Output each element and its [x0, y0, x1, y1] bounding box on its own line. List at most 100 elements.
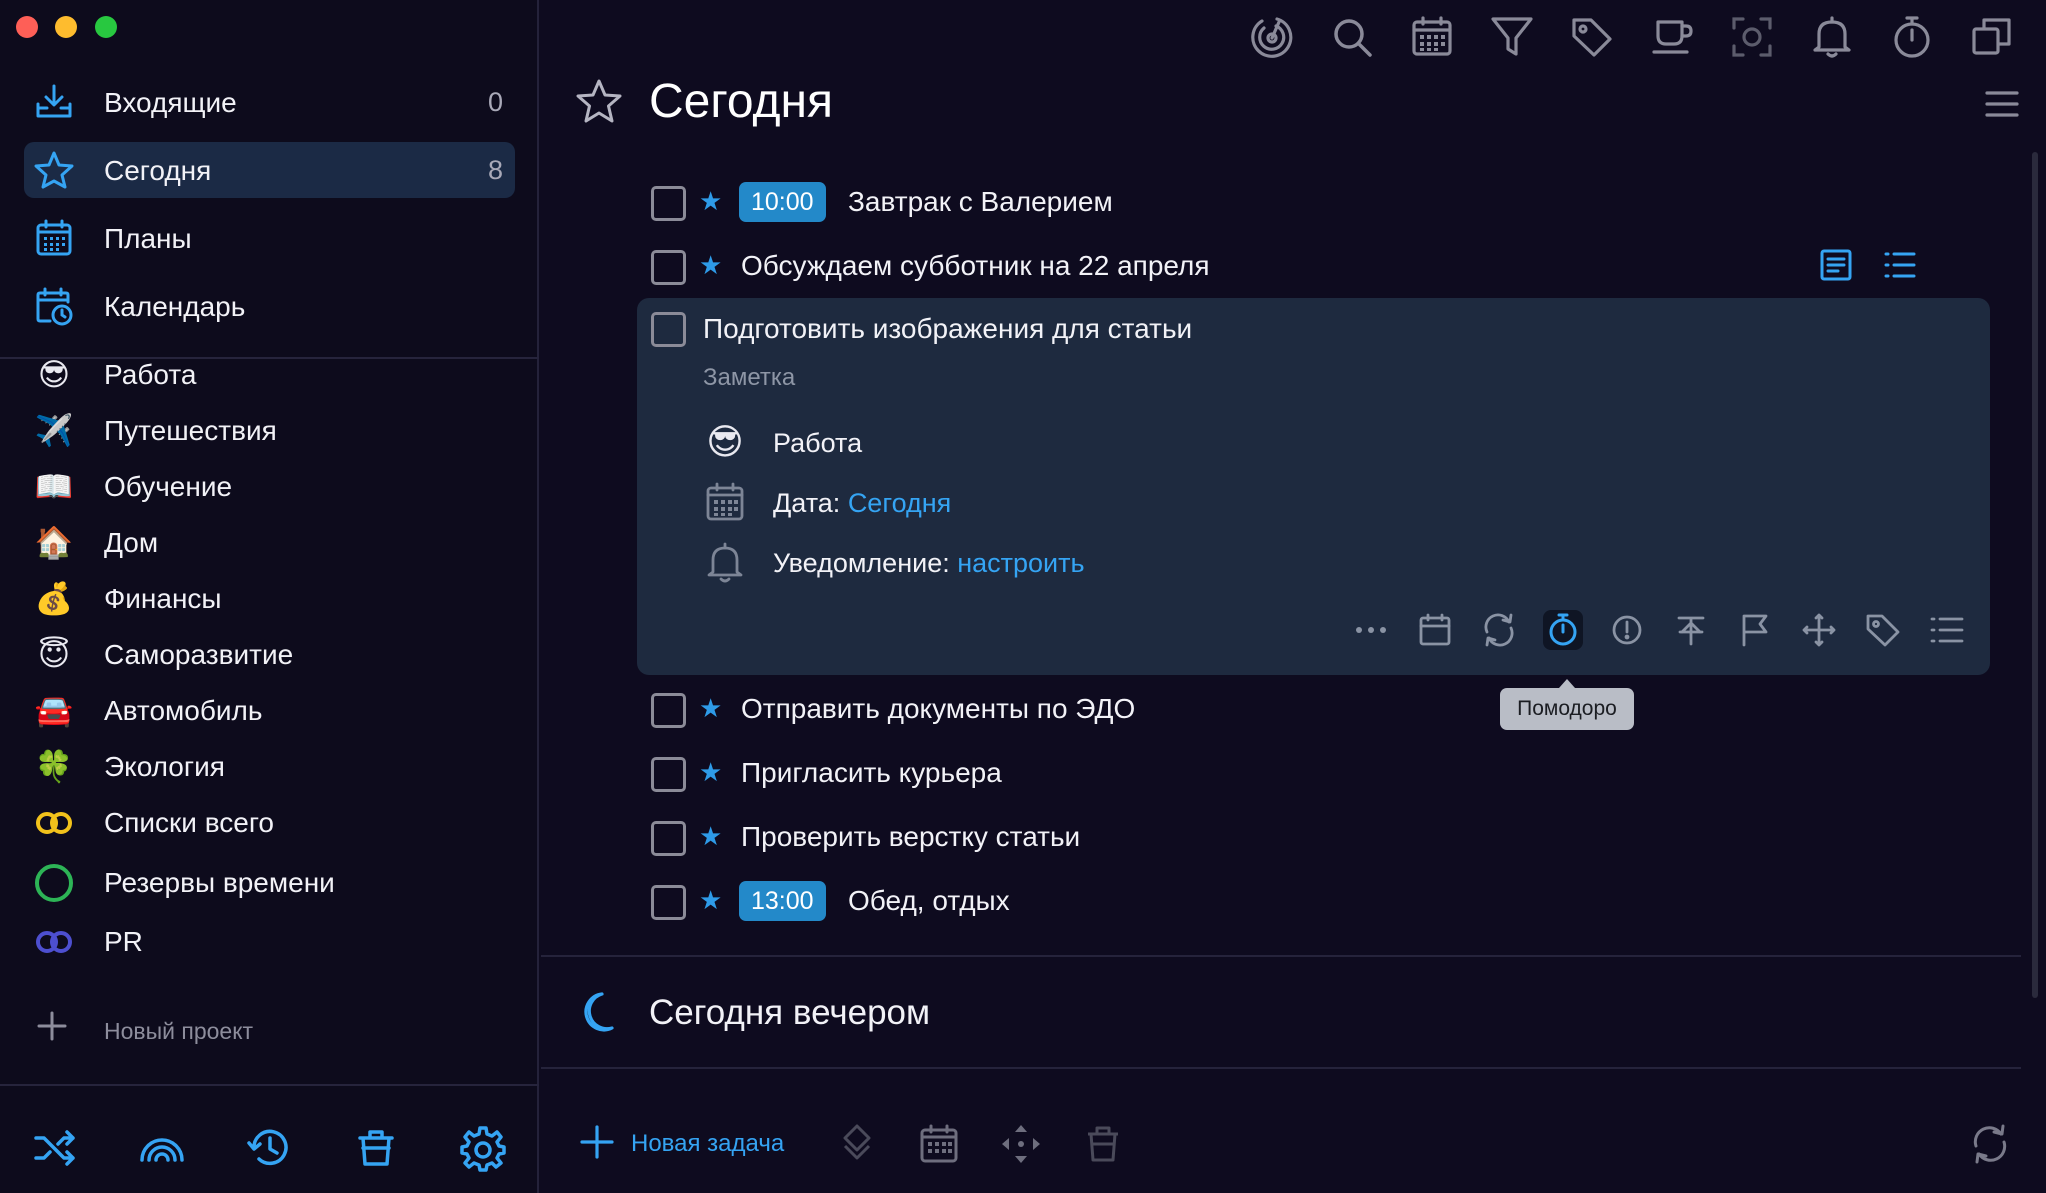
project-item-travel[interactable]: ✈️ Путешествия — [24, 405, 515, 455]
bell-icon — [703, 540, 747, 584]
project-item-learning[interactable]: 📖 Обучение — [24, 461, 515, 511]
calendar-icon[interactable] — [1409, 14, 1455, 60]
close-window-button[interactable] — [16, 16, 38, 38]
star-icon: ★ — [699, 821, 723, 851]
sidebar-item-label: Входящие — [104, 87, 237, 118]
menu-icon[interactable] — [1982, 84, 2022, 124]
plus-icon — [579, 1124, 615, 1160]
main-panel: Сегодня ★ 10:00 Завтрак с Валерием ★ Обс… — [541, 0, 2046, 1193]
stopwatch-icon[interactable] — [1889, 14, 1935, 60]
task-checkbox[interactable] — [651, 757, 686, 792]
note-field[interactable]: Заметка — [703, 364, 795, 392]
shuffle-icon[interactable] — [31, 1124, 79, 1172]
pomodoro-icon[interactable] — [1543, 610, 1583, 650]
settings-icon[interactable] — [459, 1124, 507, 1172]
more-icon[interactable] — [1351, 610, 1391, 650]
repeat-icon[interactable] — [1479, 610, 1519, 650]
project-item-self-development[interactable]: 😇 Саморазвитие — [24, 629, 515, 679]
zoom-window-button[interactable] — [95, 16, 117, 38]
task-checkbox[interactable] — [651, 250, 686, 285]
windows-icon[interactable] — [1969, 14, 2015, 60]
move-icon[interactable] — [1799, 610, 1839, 650]
search-icon[interactable] — [1329, 14, 1375, 60]
priority-sort-icon[interactable] — [835, 1122, 879, 1166]
count-badge: 0 — [487, 87, 503, 117]
task-row[interactable]: ★ Пригласить курьера — [647, 745, 1947, 797]
bottom-bar-divider — [541, 1067, 2021, 1069]
project-item-time-reserves[interactable]: Резервы времени — [24, 857, 515, 907]
task-checkbox[interactable] — [651, 885, 686, 920]
reminder-link[interactable]: настроить — [957, 548, 1084, 578]
count-badge: 8 — [487, 155, 503, 185]
date-row[interactable]: Дата: Сегодня — [703, 478, 1403, 526]
project-row[interactable]: 😎 Работа — [703, 418, 1403, 466]
project-item-ecology[interactable]: 🍀 Экология — [24, 741, 515, 791]
task-title[interactable]: Подготовить изображения для статьи — [703, 313, 1192, 345]
sunglasses-emoji-icon: 😎 — [37, 357, 71, 392]
task-title: Пригласить курьера — [741, 757, 1002, 788]
project-item-car[interactable]: 🚘 Автомобиль — [24, 685, 515, 735]
project-item-work[interactable]: 😎 Работа — [24, 349, 515, 399]
calendar-grid-icon — [34, 218, 74, 258]
filter-icon[interactable] — [1489, 14, 1535, 60]
minimize-window-button[interactable] — [55, 16, 77, 38]
task-title: Обсуждаем субботник на 22 апреля — [741, 250, 1210, 281]
project-item-pr[interactable]: PR — [24, 916, 515, 966]
calendar-icon[interactable] — [917, 1122, 961, 1166]
history-icon[interactable] — [245, 1124, 293, 1172]
new-task-label: Новая задача — [631, 1130, 785, 1157]
sidebar-item-plans[interactable]: Планы — [24, 210, 515, 266]
flag-icon[interactable] — [1735, 610, 1775, 650]
move-arrows-icon[interactable] — [999, 1122, 1043, 1166]
airplane-emoji-icon: ✈️ — [34, 413, 74, 448]
checklist-icon[interactable] — [1927, 610, 1967, 650]
task-row[interactable]: ★ 10:00 Завтрак с Валерием — [647, 174, 1947, 226]
priority-icon[interactable] — [1607, 610, 1647, 650]
screenshot-icon[interactable] — [1729, 14, 1775, 60]
task-title: Проверить верстку статьи — [741, 821, 1081, 852]
sidebar-item-today[interactable]: Сегодня 8 — [24, 142, 515, 198]
date-link[interactable]: Сегодня — [848, 488, 951, 518]
house-emoji-icon: 🏠 — [34, 525, 74, 560]
yellow-rings-icon — [34, 803, 74, 843]
project-item-lists[interactable]: Списки всего — [24, 797, 515, 847]
sidebar-item-calendar[interactable]: Календарь — [24, 278, 515, 334]
focus-icon[interactable] — [1249, 14, 1295, 60]
scrollbar[interactable] — [2032, 152, 2038, 998]
trash-icon[interactable] — [352, 1124, 400, 1172]
coffee-icon[interactable] — [1649, 14, 1695, 60]
checklist-icon[interactable] — [1882, 247, 1918, 283]
task-row[interactable]: ★ Проверить верстку статьи — [647, 809, 1947, 861]
task-row[interactable]: ★ 13:00 Обед, отдых — [647, 873, 1947, 925]
project-label: Работа — [104, 359, 197, 390]
task-checkbox[interactable] — [651, 186, 686, 221]
task-title: Отправить документы по ЭДО — [741, 693, 1136, 724]
rainbow-icon[interactable] — [138, 1124, 186, 1172]
calendar-icon[interactable] — [1415, 610, 1455, 650]
task-row[interactable]: ★ Обсуждаем субботник на 22 апреля — [647, 238, 1947, 290]
new-project-label: Новый проект — [104, 1018, 254, 1044]
project-item-finance[interactable]: 💰 Финансы — [24, 573, 515, 623]
project-label: Экология — [104, 751, 225, 782]
tag-icon[interactable] — [1863, 610, 1903, 650]
new-task-button[interactable]: Новая задача — [579, 1124, 809, 1164]
pin-icon[interactable] — [1671, 610, 1711, 650]
sync-icon[interactable] — [1968, 1122, 2012, 1166]
star-icon: ★ — [699, 186, 723, 216]
project-item-home[interactable]: 🏠 Дом — [24, 517, 515, 567]
note-icon[interactable] — [1818, 247, 1854, 283]
new-project-button[interactable]: Новый проект — [24, 1004, 515, 1054]
clover-emoji-icon: 🍀 — [34, 749, 74, 784]
task-row[interactable]: ★ Отправить документы по ЭДО — [647, 681, 1947, 733]
sidebar-item-inbox[interactable]: Входящие 0 — [24, 74, 515, 130]
task-checkbox[interactable] — [651, 693, 686, 728]
bell-icon[interactable] — [1809, 14, 1855, 60]
task-checkbox[interactable] — [651, 312, 686, 347]
tag-icon[interactable] — [1569, 14, 1615, 60]
reminder-row[interactable]: Уведомление: настроить — [703, 538, 1403, 586]
expanded-task-card[interactable]: Подготовить изображения для статьи Замет… — [637, 298, 1990, 675]
green-circle-icon — [34, 863, 74, 903]
trash-icon[interactable] — [1081, 1122, 1125, 1166]
task-checkbox[interactable] — [651, 821, 686, 856]
project-label: Саморазвитие — [104, 639, 294, 670]
